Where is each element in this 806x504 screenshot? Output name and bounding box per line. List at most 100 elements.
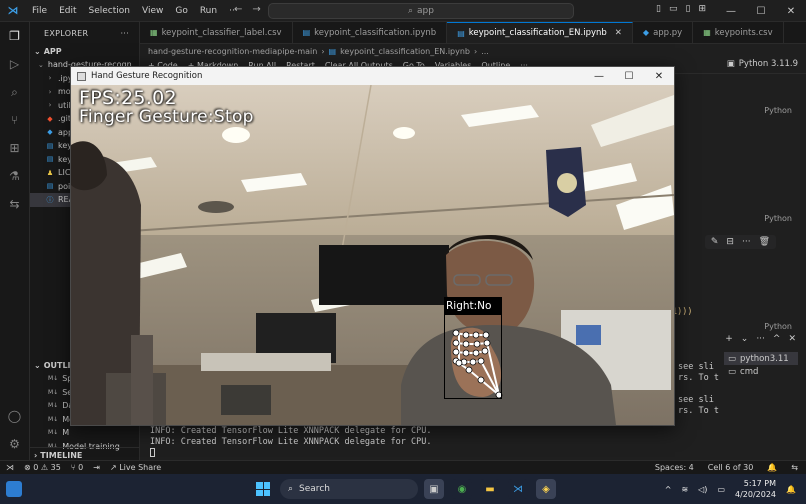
more-actions-icon[interactable]: ··· xyxy=(742,237,751,247)
extensions-icon[interactable]: ⊞ xyxy=(7,140,23,156)
menu-file[interactable]: File xyxy=(26,6,53,16)
more-actions-icon[interactable]: ··· xyxy=(120,29,129,38)
source-control-icon[interactable]: ⑂ xyxy=(7,112,23,128)
camera-scene-image xyxy=(71,85,674,425)
outline-item[interactable]: M↓ M xyxy=(30,426,140,440)
back-arrow-icon[interactable]: ← xyxy=(234,4,242,15)
chevron-up-icon[interactable]: ^ xyxy=(665,485,672,494)
command-center-search[interactable]: ⌕ app xyxy=(268,3,574,19)
cell-language-label[interactable]: Python xyxy=(764,322,792,331)
tab-keypoint-classifier-label[interactable]: ▦ keypoint_classifier_label.csv xyxy=(140,22,293,43)
ports-count: 0 xyxy=(78,463,84,472)
accounts-icon[interactable]: ⇆ xyxy=(791,463,798,472)
taskbar-search[interactable]: ⌕ Search xyxy=(280,479,418,499)
remote-explorer-icon[interactable]: ⇆ xyxy=(7,196,23,212)
minimize-icon[interactable]: — xyxy=(584,67,614,85)
toggle-secondary-sidebar-icon[interactable]: ▯ xyxy=(686,4,691,14)
notifications-bell-icon[interactable]: 🔔 xyxy=(786,485,796,494)
taskbar-apps: ▣ ◉ ▬ ⋊ ◈ xyxy=(424,479,556,499)
workspace-section[interactable]: ⌄ APP xyxy=(30,44,139,58)
menu-go[interactable]: Go xyxy=(169,6,193,16)
settings-gear-icon[interactable]: ⚙ xyxy=(7,436,23,452)
wifi-icon[interactable]: ≋ xyxy=(681,485,688,494)
maximize-panel-icon[interactable]: ^ xyxy=(773,334,781,344)
file-explorer-icon[interactable]: ▬ xyxy=(480,479,500,499)
tab-keypoint-classification-en[interactable]: ▤ keypoint_classification_EN.ipynb ✕ xyxy=(447,22,633,43)
close-icon[interactable]: ✕ xyxy=(615,28,622,38)
python-app-icon[interactable]: ◈ xyxy=(536,479,556,499)
maximize-icon[interactable]: ☐ xyxy=(746,0,776,22)
ports-indicator[interactable]: ⑂ 0 xyxy=(71,463,83,472)
terminal-item-label: cmd xyxy=(740,366,759,377)
activity-bar: ❐ ▷ ⌕ ⑂ ⊞ ⚗ ⇆ ◯ ⚙ xyxy=(0,22,30,460)
tab-keypoint-classification[interactable]: ▤ keypoint_classification.ipynb xyxy=(293,22,448,43)
hand-bounding-box xyxy=(444,314,502,399)
close-icon[interactable]: ✕ xyxy=(776,0,806,22)
command-center-text: app xyxy=(417,6,434,16)
markdown-icon: M↓ xyxy=(48,429,59,437)
toggle-panel-icon[interactable]: ▭ xyxy=(669,4,678,14)
run-debug-icon[interactable]: ▷ xyxy=(7,56,23,72)
problems-indicator[interactable]: ⊗ 0 ⚠ 35 xyxy=(24,463,61,472)
start-button[interactable] xyxy=(256,482,270,496)
terminal-item-python[interactable]: ▭ python3.11 xyxy=(724,352,798,365)
chevron-down-icon[interactable]: ⌄ xyxy=(741,334,749,344)
delete-icon[interactable]: 🗑 xyxy=(759,237,770,247)
cell-language-label[interactable]: Python xyxy=(764,214,792,223)
toggle-sidebar-icon[interactable]: ▯ xyxy=(656,4,661,14)
edit-pencil-icon[interactable]: ✎ xyxy=(711,237,719,247)
breadcrumb-folder[interactable]: hand-gesture-recognition-mediapipe-main xyxy=(148,47,317,56)
customize-layout-icon[interactable]: ⊞ xyxy=(698,4,706,14)
close-icon[interactable]: ✕ xyxy=(644,67,674,85)
menu-edit[interactable]: Edit xyxy=(53,6,82,16)
tab-keypoints-csv[interactable]: ▦ keypoints.csv xyxy=(693,22,784,43)
chevron-down-icon: ⌄ xyxy=(34,360,41,370)
close-panel-icon[interactable]: ✕ xyxy=(788,334,796,344)
python-file-icon: ◆ xyxy=(47,128,53,137)
breadcrumb-file[interactable]: keypoint_classification_EN.ipynb xyxy=(340,47,470,56)
markdown-icon: M↓ xyxy=(48,388,59,396)
terminal-panel-actions: + ⌄ ··· ^ ✕ xyxy=(725,334,796,344)
indentation-status[interactable]: Spaces: 4 xyxy=(655,463,694,472)
volume-icon[interactable]: ◁) xyxy=(698,485,707,494)
terminal-item-cmd[interactable]: ▭ cmd xyxy=(724,365,798,378)
license-file-icon: ♟ xyxy=(46,168,54,177)
window-title: Hand Gesture Recognition xyxy=(91,71,203,81)
broadcast-icon[interactable]: ⇥ xyxy=(93,463,100,472)
chevron-down-icon: ⌄ xyxy=(38,60,44,69)
taskbar-clock[interactable]: 5:17 PM 4/20/2024 xyxy=(735,478,776,500)
cell-language-label[interactable]: Python xyxy=(764,106,792,115)
remote-icon[interactable]: ⋊ xyxy=(6,463,14,472)
hand-gesture-titlebar[interactable]: Hand Gesture Recognition — ☐ ✕ xyxy=(71,67,674,85)
menu-selection[interactable]: Selection xyxy=(83,6,136,16)
maximize-icon[interactable]: ☐ xyxy=(614,67,644,85)
more-actions-icon[interactable]: ··· xyxy=(756,334,765,344)
tab-app-py[interactable]: ◆ app.py xyxy=(633,22,694,43)
live-share-button[interactable]: ↗ Live Share xyxy=(110,463,161,472)
new-terminal-icon[interactable]: + xyxy=(725,334,733,344)
notebook-file-icon: ▤ xyxy=(46,141,54,150)
battery-icon[interactable]: ▭ xyxy=(717,485,725,494)
task-view-icon[interactable]: ▣ xyxy=(424,479,444,499)
account-icon[interactable]: ◯ xyxy=(7,408,23,424)
menu-run[interactable]: Run xyxy=(194,6,223,16)
chrome-icon[interactable]: ◉ xyxy=(452,479,472,499)
tab-label: keypoint_classification.ipynb xyxy=(314,27,437,38)
split-cell-icon[interactable]: ⊟ xyxy=(726,237,734,247)
kernel-picker[interactable]: ▣ Python 3.11.9 xyxy=(727,59,798,69)
vscode-taskbar-icon[interactable]: ⋊ xyxy=(508,479,528,499)
chevron-down-icon: ⌄ xyxy=(34,46,41,56)
explorer-icon[interactable]: ❐ xyxy=(7,28,23,44)
cell-position-status[interactable]: Cell 6 of 30 xyxy=(708,463,754,472)
search-icon[interactable]: ⌕ xyxy=(7,84,23,100)
widgets-icon[interactable] xyxy=(6,481,22,497)
vscode-logo-icon: ⋊ xyxy=(7,4,19,17)
terminal-output[interactable]: INFO: Created TensorFlow Lite XNNPACK de… xyxy=(150,426,431,461)
live-share-label: Live Share xyxy=(119,463,162,472)
testing-icon[interactable]: ⚗ xyxy=(7,168,23,184)
minimize-icon[interactable]: — xyxy=(716,0,746,22)
forward-arrow-icon[interactable]: → xyxy=(252,4,260,15)
menu-view[interactable]: View xyxy=(136,6,169,16)
breadcrumb-more[interactable]: ... xyxy=(481,47,489,56)
notifications-bell-icon[interactable]: 🔔 xyxy=(767,463,777,472)
